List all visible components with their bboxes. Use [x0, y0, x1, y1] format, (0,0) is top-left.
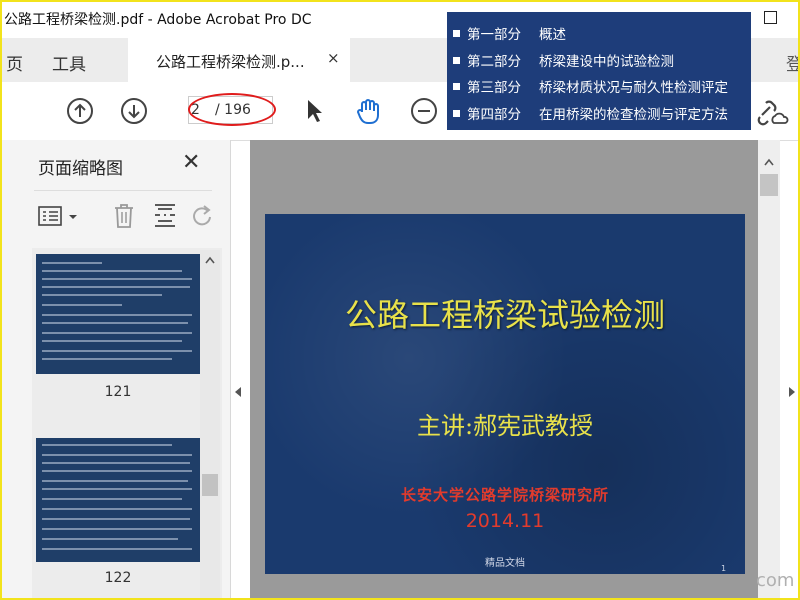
outline-overlay-panel: 第一部分 概述 第二部分 桥梁建设中的试验检测 第三部分 桥梁材质状况与耐久性检测评定…	[447, 12, 751, 130]
thumbnail-text-line	[42, 294, 162, 296]
thumbnail-page-number: 122	[104, 570, 132, 586]
thumbnail-text-line	[42, 462, 190, 464]
select-cursor-icon[interactable]	[304, 97, 326, 125]
outline-part-label: 第一部分	[467, 27, 521, 43]
thumbnail-text-line	[42, 286, 190, 288]
outline-item[interactable]: 第四部分 在用桥梁的检查检测与评定方法	[453, 103, 728, 123]
slide-page-number: 1	[721, 564, 727, 573]
scrollbar-thumb[interactable]	[202, 474, 218, 496]
thumbnail-text-line	[42, 304, 122, 306]
thumbnail-text-line	[42, 548, 192, 550]
link-cloud-icon[interactable]	[756, 97, 790, 127]
outline-title: 桥梁材质状况与耐久性检测评定	[539, 80, 728, 96]
thumbnail-text-line	[42, 488, 192, 490]
watermark-text: com	[756, 570, 795, 591]
thumbnail-options-icon[interactable]	[38, 205, 82, 229]
outline-part-label: 第三部分	[467, 80, 521, 96]
page-thumbnail[interactable]	[36, 438, 200, 562]
hand-tool-icon[interactable]	[354, 96, 384, 126]
bullet-icon	[453, 83, 460, 90]
thumbnail-text-line	[42, 270, 182, 272]
outline-title: 桥梁建设中的试验检测	[539, 54, 674, 70]
window-title: 公路工程桥梁检测.pdf - Adobe Acrobat Pro DC	[4, 12, 312, 28]
thumbnail-text-line	[42, 278, 192, 280]
thumbnail-text-line	[42, 470, 192, 472]
close-tab-button[interactable]: ×	[327, 49, 340, 67]
collapse-right-arrow-icon[interactable]	[788, 386, 796, 398]
thumbnail-text-line	[42, 262, 102, 264]
delete-page-icon[interactable]	[112, 202, 136, 230]
thumbnail-text-line	[42, 350, 192, 352]
tab-tools[interactable]: 工具	[52, 50, 86, 75]
outline-part-label: 第二部分	[467, 54, 521, 70]
bullet-icon	[453, 110, 460, 117]
outline-title: 概述	[539, 27, 566, 43]
thumbnail-text-line	[42, 508, 192, 510]
slide-footer: 精品文档	[485, 558, 525, 569]
thumbnail-text-line	[42, 358, 172, 360]
zoom-out-icon[interactable]	[410, 97, 438, 125]
sidebar-title: 页面缩略图	[38, 159, 123, 179]
thumbnail-text-line	[42, 538, 178, 540]
outline-item[interactable]: 第二部分 桥梁建设中的试验检测	[453, 50, 674, 70]
scroll-up-icon[interactable]	[205, 256, 215, 264]
thumbnail-text-line	[42, 332, 192, 334]
slide-date: 2014.11	[465, 510, 545, 532]
thumbnail-text-line	[42, 498, 182, 500]
outline-item[interactable]: 第三部分 桥梁材质状况与耐久性检测评定	[453, 76, 728, 96]
scroll-up-icon[interactable]	[764, 158, 774, 166]
close-sidebar-button[interactable]: ✕	[182, 150, 200, 175]
thumbnail-text-line	[42, 444, 172, 446]
highlight-annotation	[188, 93, 276, 126]
rotate-page-icon[interactable]	[192, 203, 214, 229]
slide-title: 公路工程桥梁试验检测	[344, 296, 665, 334]
thumbnail-text-line	[42, 518, 190, 520]
outline-item[interactable]: 第一部分 概述	[453, 23, 566, 43]
extract-pages-icon[interactable]	[152, 202, 178, 230]
thumbnail-text-line	[42, 340, 182, 342]
document-tab-label: 公路工程桥梁检测.p...	[156, 53, 305, 71]
thumbnail-text-line	[42, 480, 188, 482]
thumbnail-text-line	[42, 322, 188, 324]
thumbnail-text-line	[42, 528, 192, 530]
thumbnail-text-line	[42, 454, 192, 456]
bullet-icon	[453, 30, 460, 37]
thumbnail-text-line	[42, 314, 192, 316]
thumbnail-page-number: 121	[104, 384, 132, 400]
outline-title: 在用桥梁的检查检测与评定方法	[539, 107, 728, 123]
slide-speaker: 主讲:郝宪武教授	[416, 412, 594, 440]
document-scrollbar[interactable]	[758, 140, 780, 600]
outline-part-label: 第四部分	[467, 107, 521, 123]
next-page-icon[interactable]	[120, 97, 148, 125]
collapse-left-arrow-icon[interactable]	[234, 386, 242, 398]
thumbnail-scrollbar[interactable]	[200, 250, 220, 600]
tab-home-partial[interactable]: 页	[6, 50, 23, 75]
restore-window-button[interactable]	[764, 11, 777, 24]
scrollbar-thumb[interactable]	[760, 174, 778, 196]
page-thumbnail[interactable]	[36, 254, 200, 374]
previous-page-icon[interactable]	[66, 97, 94, 125]
pdf-page: 公路工程桥梁试验检测 主讲:郝宪武教授 长安大学公路学院桥梁研究所 2014.1…	[265, 214, 745, 574]
sign-in-partial[interactable]: 登	[786, 50, 800, 75]
divider	[34, 190, 212, 191]
slide-institution: 长安大学公路学院桥梁研究所	[400, 486, 609, 504]
bullet-icon	[453, 57, 460, 64]
tab-document[interactable]: 公路工程桥梁检测.p... ×	[128, 38, 350, 82]
